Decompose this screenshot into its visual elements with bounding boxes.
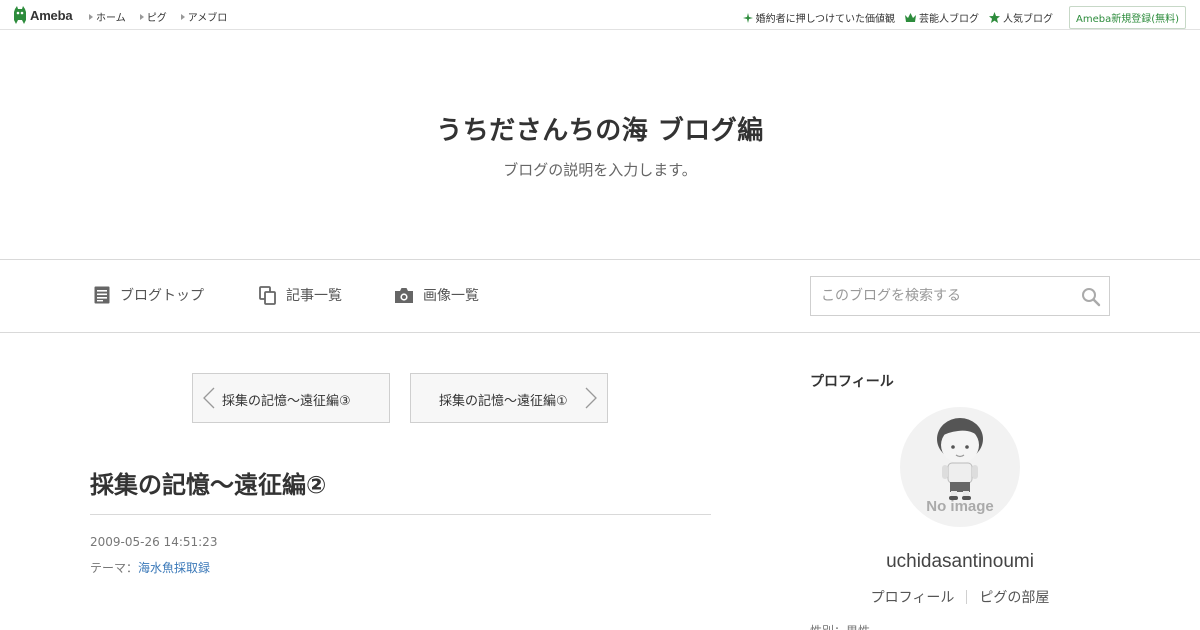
global-nav-label: アメブロ <box>187 13 228 24</box>
document-icon <box>94 286 111 305</box>
global-nav-home[interactable]: ホーム <box>89 9 126 24</box>
search-icon[interactable] <box>1081 287 1101 307</box>
nav-label: 画像一覧 <box>423 288 479 304</box>
global-header: Ameba ホーム ピグ アメブロ 婚約者に押しつけていた価値観 芸能人ブログ <box>0 0 1200 30</box>
blog-nav: ブログトップ 記事一覧 画像一覧 <box>0 259 1200 333</box>
global-nav-ameblo[interactable]: アメブロ <box>180 9 228 24</box>
next-article-button[interactable]: 採集の記憶～遠征編① <box>410 373 608 423</box>
star-icon <box>988 12 1000 23</box>
header-right-links: 婚約者に押しつけていた価値観 芸能人ブログ 人気ブログ Ameba新規登録(無料… <box>742 6 1186 29</box>
pigg-room-link[interactable]: ピグの部屋 <box>979 587 1049 607</box>
article-divider <box>90 514 711 515</box>
camera-icon <box>394 287 414 304</box>
ameba-mascot-icon <box>13 6 27 24</box>
nav-image-list[interactable]: 画像一覧 <box>394 285 479 305</box>
article-title[interactable]: 採集の記憶～遠征編② <box>90 465 326 500</box>
popular-blog-link[interactable]: 人気ブログ <box>988 10 1053 25</box>
sparkle-icon <box>742 12 753 23</box>
link-separator <box>966 590 968 604</box>
profile-links: プロフィール ピグの部屋 <box>810 587 1110 607</box>
trending-topic-label: 婚約者に押しつけていた価値観 <box>755 14 895 25</box>
next-article-label: 採集の記憶～遠征編① <box>439 394 568 409</box>
theme-prefix: テーマ： <box>90 561 139 575</box>
avatar[interactable]: No image <box>900 407 1020 527</box>
celebrity-blog-link[interactable]: 芸能人ブログ <box>904 10 979 25</box>
logo-text: Ameba <box>30 7 73 23</box>
username[interactable]: uchidasantinoumi <box>810 551 1110 573</box>
no-image-text: No image <box>926 498 994 515</box>
triangle-right-icon <box>180 13 185 20</box>
nav-label: ブログトップ <box>120 288 204 304</box>
crown-icon <box>904 13 916 22</box>
nav-blog-top[interactable]: ブログトップ <box>94 285 204 305</box>
global-nav-label: ピグ <box>146 13 167 24</box>
global-nav-label: ホーム <box>96 13 126 24</box>
blog-search <box>810 276 1110 316</box>
blog-description: ブログの説明を入力します。 <box>503 161 697 179</box>
global-nav: ホーム ピグ アメブロ <box>89 9 227 24</box>
nav-article-list[interactable]: 記事一覧 <box>259 285 342 305</box>
article-datetime: 2009-05-26 14:51:23 <box>90 535 218 549</box>
triangle-right-icon <box>89 13 93 20</box>
profile-heading: プロフィール <box>810 374 894 390</box>
search-input[interactable] <box>811 277 1071 315</box>
register-button[interactable]: Ameba新規登録(無料) <box>1068 6 1186 29</box>
blog-title[interactable]: うちださんちの海 ブログ編 <box>0 110 1200 147</box>
chevron-right-icon <box>585 387 597 409</box>
article-theme: テーマ：海水魚採取録 <box>90 559 210 576</box>
theme-link[interactable]: 海水魚採取録 <box>138 561 210 575</box>
ameba-logo[interactable]: Ameba <box>13 6 73 24</box>
profile-link[interactable]: プロフィール <box>871 587 955 607</box>
nav-label: 記事一覧 <box>286 288 342 304</box>
popular-blog-label: 人気ブログ <box>1002 14 1053 25</box>
trending-topic-link[interactable]: 婚約者に押しつけていた価値観 <box>742 10 895 25</box>
global-nav-pigg[interactable]: ピグ <box>139 9 167 24</box>
triangle-right-icon <box>139 13 144 20</box>
prev-article-button[interactable]: 採集の記憶～遠征編③ <box>192 373 390 423</box>
copy-icon <box>259 285 277 305</box>
prev-article-label: 採集の記憶～遠征編③ <box>222 394 351 409</box>
celebrity-blog-label: 芸能人ブログ <box>918 14 979 25</box>
chevron-left-icon <box>203 387 215 409</box>
profile-gender: 性別：男性 <box>810 622 870 630</box>
